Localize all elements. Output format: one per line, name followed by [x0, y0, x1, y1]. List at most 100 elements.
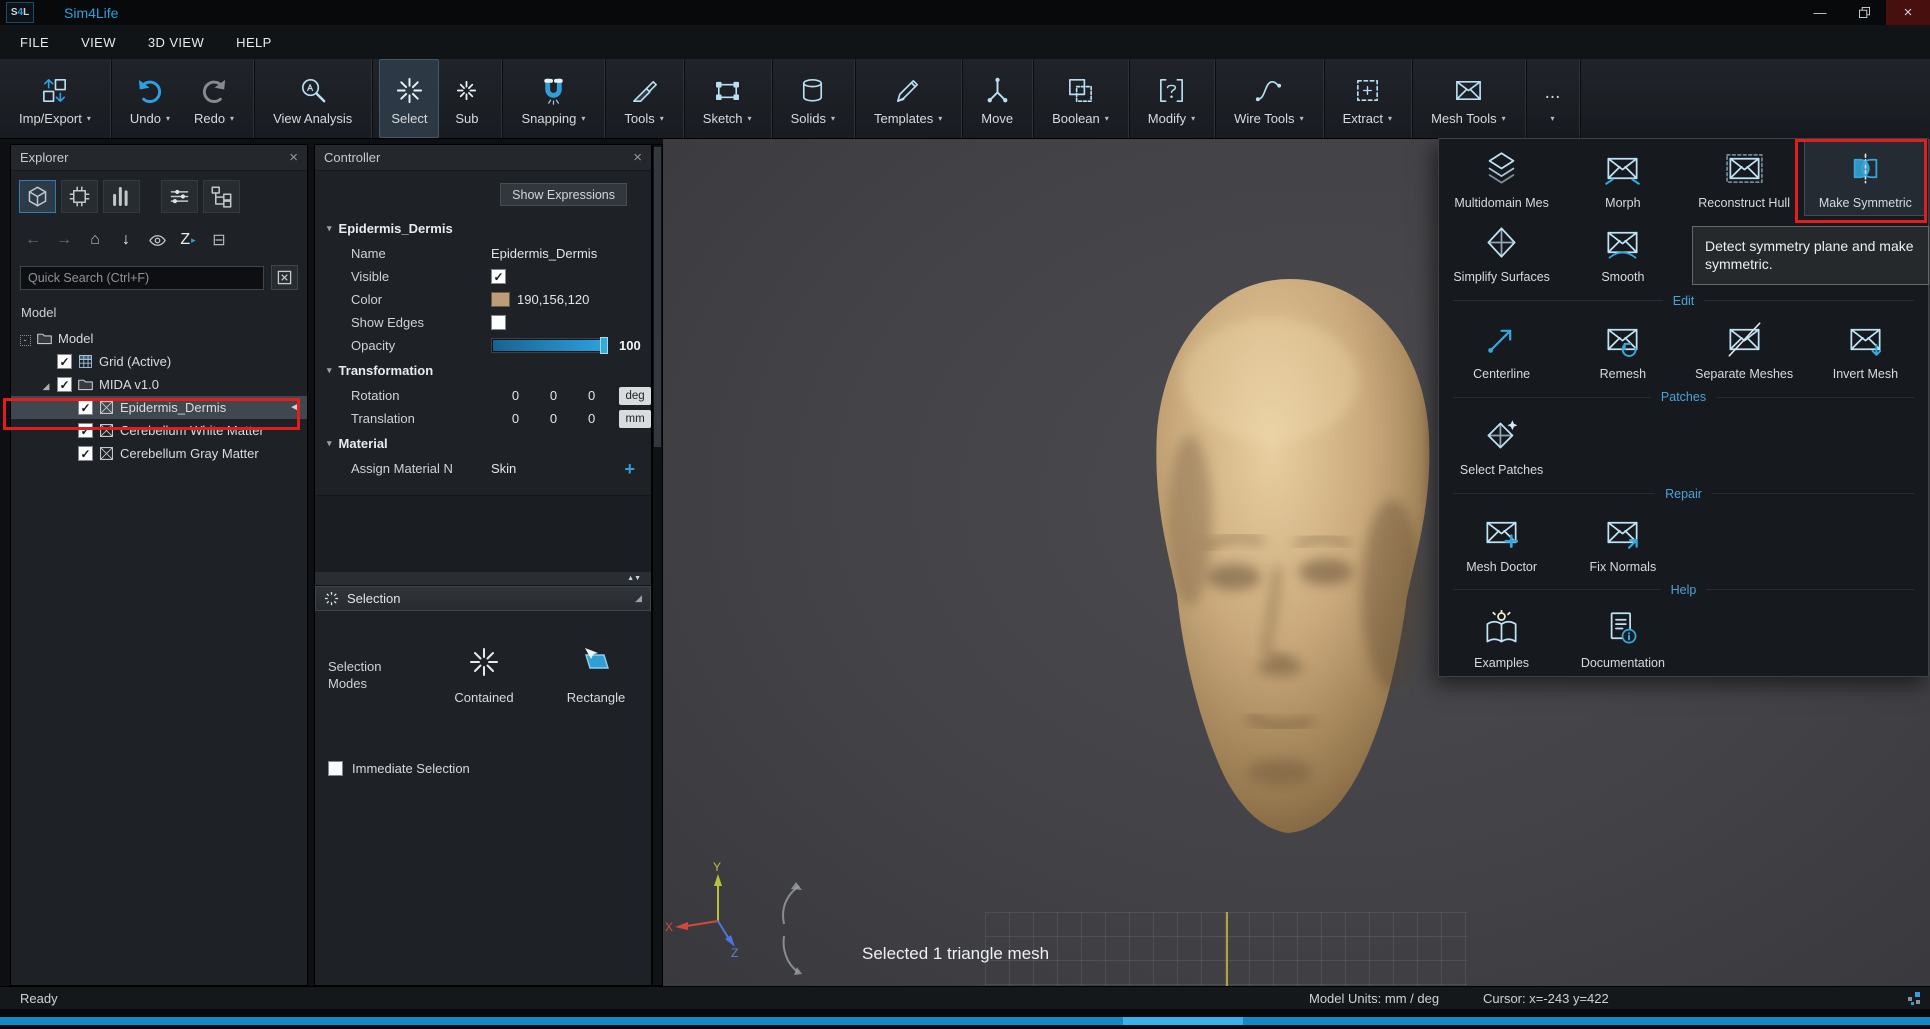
- tool-item[interactable]: ...▾: [1533, 59, 1573, 138]
- down-arrow-icon[interactable]: ↓: [116, 230, 136, 250]
- tool-redo[interactable]: Redo▾: [182, 59, 246, 138]
- menu-3d-view[interactable]: 3D VIEW: [148, 35, 204, 50]
- tree-item-cerebellum-white-matter[interactable]: Cerebellum White Matter: [11, 419, 307, 442]
- scrollbar-thumb[interactable]: [654, 147, 661, 447]
- transformation-header[interactable]: ▾ Transformation: [327, 363, 651, 378]
- meshtool-reconstruct-hull[interactable]: Reconstruct Hull: [1684, 141, 1805, 215]
- meshtool-morph[interactable]: Morph: [1562, 141, 1683, 215]
- tree-item-grid-active[interactable]: Grid (Active): [11, 350, 307, 373]
- tool-imp-export[interactable]: Imp/Export▾: [7, 59, 103, 138]
- meshtool-invert-mesh[interactable]: Invert Mesh: [1805, 312, 1926, 386]
- close-icon[interactable]: ×: [1886, 0, 1930, 25]
- tree-item-epidermis-dermis[interactable]: Epidermis_Dermis◄: [11, 396, 307, 419]
- tool-undo[interactable]: Undo▾: [118, 59, 182, 138]
- controller-scrollbar[interactable]: [652, 144, 663, 986]
- translation-y-field[interactable]: 0: [529, 411, 557, 426]
- name-value[interactable]: Epidermis_Dermis: [491, 246, 597, 261]
- material-value[interactable]: Skin: [491, 461, 516, 476]
- tree-expander-icon[interactable]: -: [19, 331, 31, 346]
- tool-wire-tools[interactable]: Wire Tools▾: [1222, 59, 1315, 138]
- immediate-selection-checkbox[interactable]: [328, 761, 343, 776]
- material-header[interactable]: ▾ Material: [327, 436, 651, 451]
- tree-item-cerebellum-gray-matter[interactable]: Cerebellum Gray Matter: [11, 442, 307, 465]
- rotation-x-field[interactable]: 0: [491, 388, 519, 403]
- meshtool-mesh-doctor[interactable]: Mesh Doctor: [1441, 505, 1562, 579]
- mesh-item-icon: [98, 445, 115, 462]
- analysis-bars-button[interactable]: [103, 180, 140, 213]
- minimize-icon[interactable]: —: [1798, 0, 1842, 25]
- filter-sliders-button[interactable]: [161, 180, 198, 213]
- rotation-z-field[interactable]: 0: [567, 388, 595, 403]
- selection-section-header[interactable]: Selection ◢: [315, 586, 651, 611]
- selection-mode-contained[interactable]: Contained: [438, 641, 530, 705]
- meshtool-fix-normals[interactable]: Fix Normals: [1562, 505, 1683, 579]
- tool-select[interactable]: Select: [379, 59, 439, 138]
- tool-boolean[interactable]: Boolean▾: [1040, 59, 1121, 138]
- add-material-button[interactable]: +: [624, 460, 635, 478]
- meshtool-smooth[interactable]: Smooth: [1562, 215, 1683, 289]
- model-cube-button[interactable]: [19, 180, 56, 213]
- simulation-chip-button[interactable]: [61, 180, 98, 213]
- tool-extract[interactable]: Extract▾: [1331, 59, 1404, 138]
- tree-item-checkbox[interactable]: [57, 354, 72, 369]
- meshtool-separate-meshes[interactable]: Separate Meshes: [1684, 312, 1805, 386]
- tool-sub[interactable]: Sub: [439, 59, 494, 138]
- rotation-y-field[interactable]: 0: [529, 388, 557, 403]
- restore-icon[interactable]: [1842, 0, 1886, 25]
- dropdown-caret-icon: ▾: [660, 114, 664, 123]
- explorer-close-icon[interactable]: ×: [289, 150, 298, 165]
- tool-snapping[interactable]: Snapping▾: [509, 59, 597, 138]
- zoom-selection-icon[interactable]: Z▸: [178, 230, 198, 250]
- tree-item-checkbox[interactable]: [78, 400, 93, 415]
- opacity-slider[interactable]: [491, 338, 608, 353]
- object-header[interactable]: ▾ Epidermis_Dermis: [327, 221, 651, 236]
- search-clear-button[interactable]: [271, 265, 298, 290]
- back-arrow-icon[interactable]: ←: [23, 230, 43, 250]
- tree-item-mida-v1-0[interactable]: ◢MIDA v1.0: [11, 373, 307, 396]
- meshtool-select-patches[interactable]: Select Patches: [1441, 408, 1562, 482]
- color-value[interactable]: 190,156,120: [517, 292, 589, 307]
- meshtool-simplify-surfaces[interactable]: Simplify Surfaces: [1441, 215, 1562, 289]
- meshtool-remesh[interactable]: Remesh: [1562, 312, 1683, 386]
- show-expressions-button[interactable]: Show Expressions: [500, 183, 627, 206]
- controller-close-icon[interactable]: ×: [633, 150, 642, 165]
- tool-tools[interactable]: Tools▾: [612, 59, 675, 138]
- tree-item-model[interactable]: -Model: [11, 327, 307, 350]
- selection-mode-rectangle[interactable]: Rectangle: [550, 641, 642, 705]
- tool-templates[interactable]: Templates▾: [862, 59, 954, 138]
- menu-view[interactable]: VIEW: [81, 35, 116, 50]
- tool-view-analysis[interactable]: View Analysis: [261, 59, 364, 138]
- opacity-slider-thumb[interactable]: [600, 337, 608, 354]
- panel-splitter[interactable]: ▲▼: [315, 571, 651, 586]
- translation-unit-select[interactable]: mm: [619, 410, 651, 428]
- home-icon[interactable]: ⌂: [85, 230, 105, 250]
- visibility-eye-icon[interactable]: [147, 230, 167, 250]
- hierarchy-tree-button[interactable]: [203, 180, 240, 213]
- menu-help[interactable]: HELP: [236, 35, 272, 50]
- meshtool-examples[interactable]: Examples: [1441, 601, 1562, 675]
- show-edges-checkbox[interactable]: [491, 315, 506, 330]
- meshtool-make-symmetric[interactable]: Make Symmetric: [1805, 141, 1926, 215]
- tree-expander-icon[interactable]: ◢: [40, 377, 52, 392]
- multidomain-mesher-icon: [1483, 150, 1520, 190]
- forward-arrow-icon[interactable]: →: [54, 230, 74, 250]
- tree-item-checkbox[interactable]: [57, 377, 72, 392]
- tool-sketch[interactable]: Sketch▾: [691, 59, 764, 138]
- meshtool-centerline[interactable]: Centerline: [1441, 312, 1562, 386]
- menu-file[interactable]: FILE: [20, 35, 49, 50]
- tool-modify[interactable]: Modify▾: [1136, 59, 1207, 138]
- tree-item-checkbox[interactable]: [78, 446, 93, 461]
- translation-x-field[interactable]: 0: [491, 411, 519, 426]
- search-input[interactable]: [20, 266, 264, 290]
- tool-move[interactable]: Move: [969, 59, 1025, 138]
- color-swatch[interactable]: [491, 292, 510, 307]
- tool-mesh-tools[interactable]: Mesh Tools▾: [1419, 59, 1518, 138]
- collapse-all-icon[interactable]: ⊟: [209, 230, 229, 250]
- meshtool-multidomain-mes[interactable]: Multidomain Mes: [1441, 141, 1562, 215]
- visible-checkbox[interactable]: [491, 269, 506, 284]
- rotation-unit-select[interactable]: deg: [619, 387, 651, 405]
- meshtool-documentation[interactable]: Documentation: [1562, 601, 1683, 675]
- tool-solids[interactable]: Solids▾: [779, 59, 847, 138]
- translation-z-field[interactable]: 0: [567, 411, 595, 426]
- tree-item-checkbox[interactable]: [78, 423, 93, 438]
